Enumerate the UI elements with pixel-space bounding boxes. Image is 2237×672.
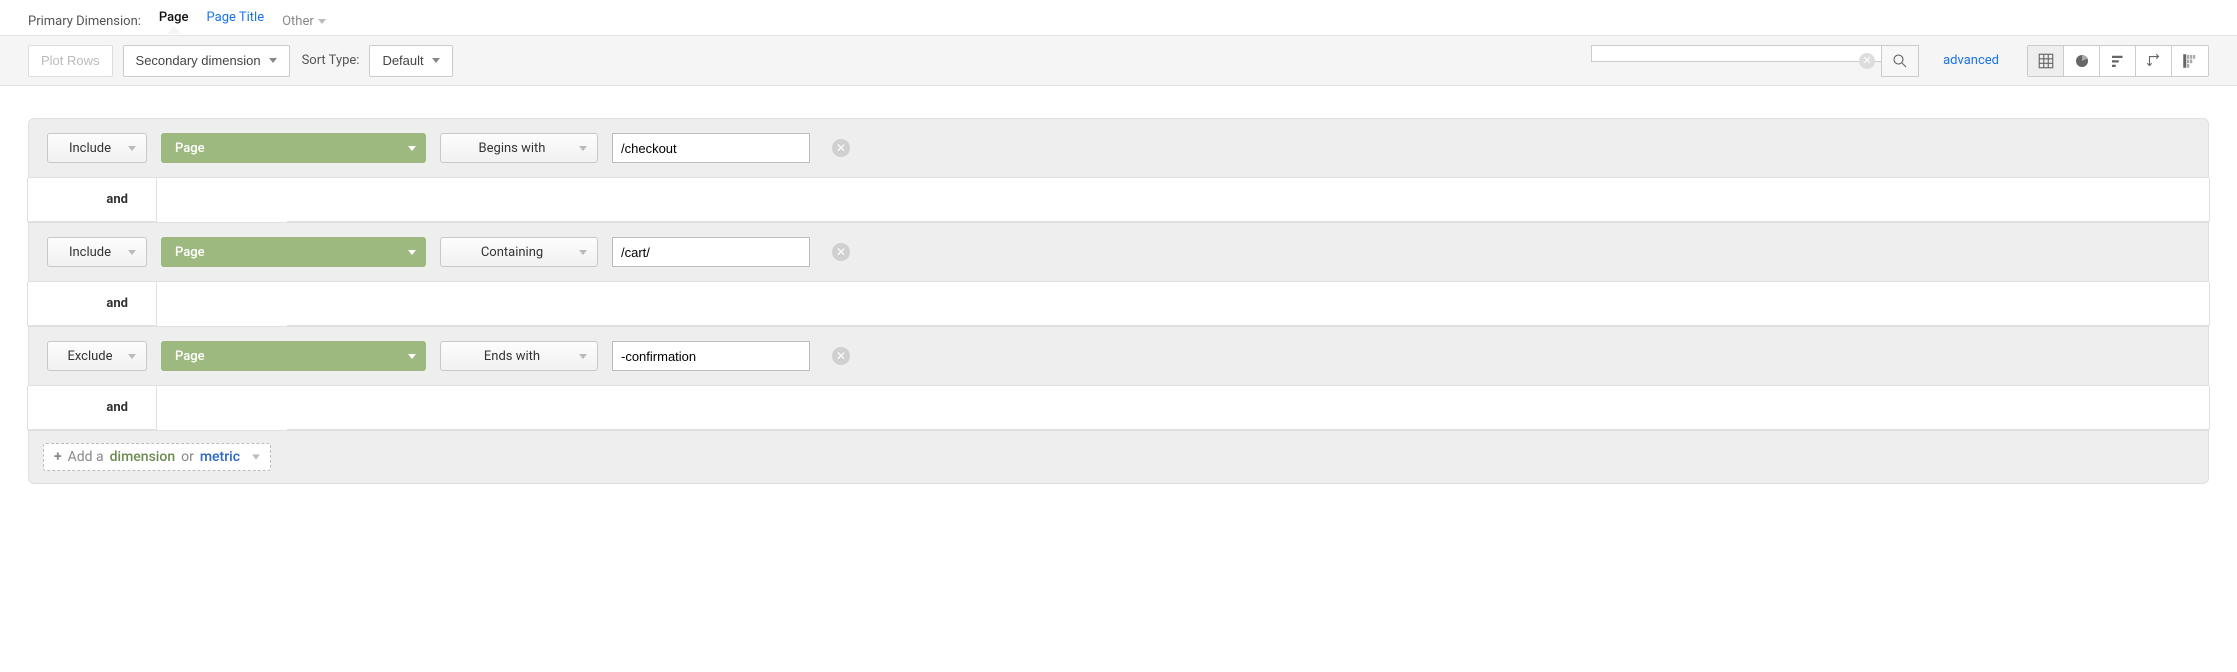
and-connector: and bbox=[27, 178, 157, 222]
search-group: ✕ bbox=[1591, 45, 1919, 77]
plus-icon: + bbox=[54, 449, 62, 465]
filter-value-input[interactable] bbox=[612, 133, 810, 163]
chevron-down-icon bbox=[579, 146, 587, 151]
include-exclude-label: Exclude bbox=[62, 349, 118, 364]
filter-row: Include Page Containing ✕ bbox=[28, 222, 2209, 282]
chevron-down-icon bbox=[432, 58, 440, 63]
clear-search-icon[interactable]: ✕ bbox=[1859, 53, 1875, 69]
connector-row: and bbox=[28, 386, 2209, 430]
remove-filter-icon[interactable]: ✕ bbox=[832, 243, 850, 261]
add-filter-or: or bbox=[181, 449, 194, 465]
dimension-label: Page bbox=[175, 245, 205, 260]
chevron-down-icon bbox=[408, 354, 416, 359]
pie-icon bbox=[2073, 52, 2091, 70]
chevron-down-icon bbox=[128, 354, 136, 359]
secondary-dimension-dropdown[interactable]: Secondary dimension bbox=[123, 45, 290, 77]
filter-value-input[interactable] bbox=[612, 237, 810, 267]
dimension-tab-page-title[interactable]: Page Title bbox=[207, 10, 265, 33]
add-filter-dimension: dimension bbox=[110, 449, 175, 465]
dimension-dropdown[interactable]: Page bbox=[161, 133, 426, 163]
compare-icon bbox=[2181, 52, 2199, 70]
chevron-down-icon bbox=[318, 19, 326, 24]
connector-row: and bbox=[28, 282, 2209, 326]
dimension-label: Page bbox=[175, 349, 205, 364]
view-compare-button[interactable] bbox=[2172, 46, 2208, 76]
primary-dimension-label: Primary Dimension: bbox=[28, 14, 141, 29]
pivot-icon bbox=[2145, 52, 2163, 70]
bars-icon bbox=[2109, 52, 2127, 70]
add-filter-metric: metric bbox=[200, 449, 240, 465]
sort-type-dropdown[interactable]: Default bbox=[369, 45, 452, 77]
dimension-dropdown[interactable]: Page bbox=[161, 237, 426, 267]
include-exclude-dropdown[interactable]: Include bbox=[47, 133, 147, 163]
add-filter-row: + Add a dimension or metric bbox=[28, 430, 2209, 484]
and-connector: and bbox=[27, 386, 157, 430]
chevron-down-icon bbox=[579, 354, 587, 359]
search-button[interactable] bbox=[1881, 45, 1919, 77]
secondary-dimension-label: Secondary dimension bbox=[136, 53, 261, 68]
chevron-down-icon bbox=[128, 146, 136, 151]
connector-row: and bbox=[28, 178, 2209, 222]
match-type-dropdown[interactable]: Begins with bbox=[440, 133, 598, 163]
add-filter-prefix: Add a bbox=[68, 449, 104, 465]
and-connector: and bbox=[27, 282, 157, 326]
remove-filter-icon[interactable]: ✕ bbox=[832, 139, 850, 157]
view-pivot-button[interactable] bbox=[2136, 46, 2172, 76]
include-exclude-label: Include bbox=[62, 141, 118, 156]
dimension-tab-other[interactable]: Other bbox=[282, 14, 326, 29]
sort-type-value: Default bbox=[382, 53, 423, 68]
sort-type-label: Sort Type: bbox=[302, 53, 360, 68]
chevron-down-icon bbox=[128, 250, 136, 255]
report-toolbar: Plot Rows Secondary dimension Sort Type:… bbox=[0, 36, 2237, 86]
match-type-label: Containing bbox=[455, 245, 569, 260]
filter-value-input[interactable] bbox=[612, 341, 810, 371]
filter-row: Exclude Page Ends with ✕ bbox=[28, 326, 2209, 386]
chevron-down-icon bbox=[252, 455, 260, 460]
chevron-down-icon bbox=[408, 250, 416, 255]
view-bars-button[interactable] bbox=[2100, 46, 2136, 76]
match-type-dropdown[interactable]: Ends with bbox=[440, 341, 598, 371]
dimension-tab-other-label: Other bbox=[282, 14, 314, 29]
filter-row: Include Page Begins with ✕ bbox=[28, 118, 2209, 178]
search-input[interactable] bbox=[1591, 45, 1881, 62]
chevron-down-icon bbox=[579, 250, 587, 255]
dimension-tab-page[interactable]: Page bbox=[159, 10, 189, 33]
view-pie-button[interactable] bbox=[2064, 46, 2100, 76]
dimension-dropdown[interactable]: Page bbox=[161, 341, 426, 371]
plot-rows-button[interactable]: Plot Rows bbox=[28, 45, 113, 77]
view-mode-group bbox=[2027, 45, 2209, 77]
include-exclude-dropdown[interactable]: Include bbox=[47, 237, 147, 267]
primary-dimension-tabs: Primary Dimension: Page Page Title Other bbox=[0, 0, 2237, 36]
advanced-filter-builder: Include Page Begins with ✕ and Include bbox=[0, 86, 2237, 494]
search-icon bbox=[1891, 52, 1909, 70]
match-type-dropdown[interactable]: Containing bbox=[440, 237, 598, 267]
view-table-button[interactable] bbox=[2028, 46, 2064, 76]
chevron-down-icon bbox=[269, 58, 277, 63]
chevron-down-icon bbox=[408, 146, 416, 151]
match-type-label: Ends with bbox=[455, 349, 569, 364]
include-exclude-dropdown[interactable]: Exclude bbox=[47, 341, 147, 371]
table-icon bbox=[2037, 52, 2055, 70]
advanced-link[interactable]: advanced bbox=[1943, 53, 1999, 68]
include-exclude-label: Include bbox=[62, 245, 118, 260]
dimension-label: Page bbox=[175, 141, 205, 156]
match-type-label: Begins with bbox=[455, 141, 569, 156]
add-dimension-or-metric-button[interactable]: + Add a dimension or metric bbox=[43, 443, 271, 471]
remove-filter-icon[interactable]: ✕ bbox=[832, 347, 850, 365]
